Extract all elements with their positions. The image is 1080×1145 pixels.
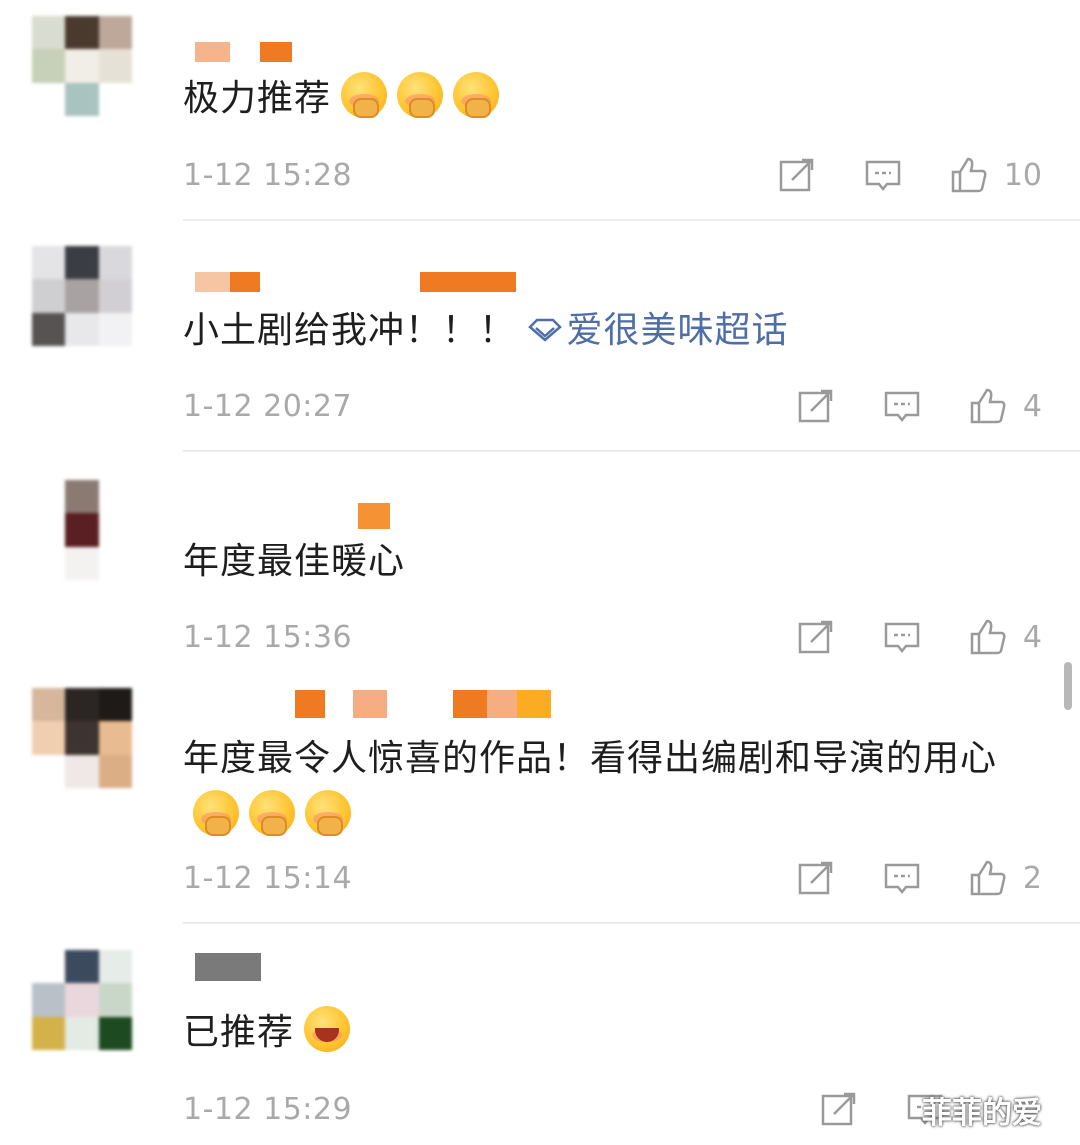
comment-icon[interactable] (883, 859, 921, 897)
comment-time: 1-12 15:29 (183, 1092, 353, 1127)
laughing-emoji-icon (304, 1006, 351, 1052)
share-icon[interactable] (820, 1090, 858, 1128)
blush-emoji-icon (305, 790, 351, 836)
avatar[interactable] (32, 246, 132, 346)
blush-emoji-icon (249, 790, 295, 836)
comment-text: 小土剧给我冲！！！ 爱很美味超话 (183, 302, 1033, 360)
share-icon[interactable] (778, 156, 816, 194)
blush-emoji-icon (341, 72, 388, 118)
like-count: 4 (1022, 388, 1042, 424)
comment-icon[interactable] (883, 387, 921, 425)
avatar[interactable] (32, 16, 132, 116)
diamond-icon (528, 302, 563, 360)
like-count: 4 (1022, 619, 1042, 655)
like-count: 10 (1003, 157, 1042, 193)
topic-link[interactable]: 爱很美味超话 (528, 310, 788, 351)
comment-time: 1-12 15:36 (183, 620, 353, 655)
thumbs-up-icon[interactable] (969, 618, 1007, 656)
comment-actions: 2 (749, 859, 1042, 897)
avatar[interactable] (32, 688, 132, 788)
divider (183, 922, 1080, 924)
username-redacted[interactable] (358, 503, 390, 529)
thumbs-up-icon[interactable] (969, 387, 1007, 425)
divider (183, 219, 1080, 221)
thumbs-up-icon[interactable] (969, 859, 1007, 897)
blush-emoji-icon (397, 72, 444, 118)
comment-actions: 4 (749, 618, 1042, 656)
divider (183, 450, 1080, 452)
share-icon[interactable] (797, 859, 835, 897)
comment-text: 极力推荐 (183, 70, 1033, 128)
comment-text: 年度最佳暖心 (183, 541, 406, 582)
avatar[interactable] (32, 480, 132, 580)
comment-text: 已推荐 (183, 1004, 1033, 1062)
share-icon[interactable] (797, 618, 835, 656)
username-redacted[interactable] (195, 272, 516, 292)
username-redacted[interactable] (195, 42, 292, 62)
username-redacted[interactable] (195, 953, 261, 981)
comment-actions: 4 (749, 387, 1042, 425)
comment-text: 年度最令人惊喜的作品！看得出编剧和导演的用心 (183, 730, 1033, 846)
thumbs-up-icon[interactable] (950, 156, 988, 194)
blush-emoji-icon (453, 72, 500, 118)
like-count: 2 (1022, 860, 1042, 896)
watermark: 菲菲的爱 (922, 1096, 1042, 1131)
comment-time: 1-12 15:28 (183, 158, 353, 193)
username-redacted[interactable] (295, 690, 551, 718)
share-icon[interactable] (797, 387, 835, 425)
blush-emoji-icon (193, 790, 239, 836)
comment-time: 1-12 15:14 (183, 861, 353, 896)
comment-icon[interactable] (883, 618, 921, 656)
comment-icon[interactable] (864, 156, 902, 194)
comment-actions: 10 (730, 156, 1042, 194)
avatar[interactable] (32, 950, 132, 1050)
comment-time: 1-12 20:27 (183, 389, 353, 424)
scrollbar[interactable] (1064, 662, 1072, 710)
